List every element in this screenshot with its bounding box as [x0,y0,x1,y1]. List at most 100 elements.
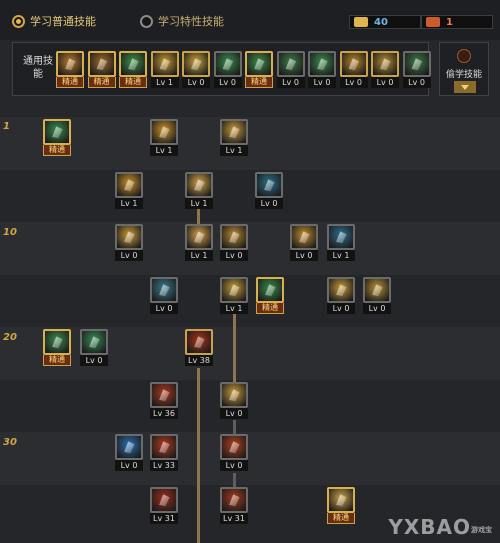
skill-slot[interactable]: 精通 [245,51,273,88]
skill-level-label: Lv 1 [185,250,213,261]
skill-level-label: Lv 33 [150,460,178,471]
prereq-line [197,208,200,224]
skill-slot[interactable]: 精通 [119,51,147,88]
skill-glyph-icon [317,58,328,71]
tab-label: 学习特性技能 [158,15,224,28]
level-label: 1 [3,121,10,132]
skill-slot[interactable]: Lv 0 [363,277,391,314]
skill-glyph-icon [285,58,297,71]
tab-normal-skills[interactable]: 学习普通技能 [12,13,96,29]
missile-icon [150,487,178,513]
skill-icon [308,51,336,77]
level-label: 20 [3,332,17,343]
wave-icon [327,277,355,303]
skill-slot[interactable]: Lv 0 [115,434,143,471]
rush-icon [363,277,391,303]
skill-slot[interactable]: Lv 0 [150,277,178,314]
steal-dropdown-button[interactable] [454,81,476,93]
flare-icon [327,487,355,513]
scroll-icon [43,119,71,145]
revolver-icon [43,329,71,355]
skill-slot[interactable]: 精通 [87,51,116,88]
skill-glyph-icon [229,494,240,507]
tier-band [0,170,500,222]
skill-slot[interactable]: Lv 0 [290,224,318,261]
skill-slot[interactable]: Lv 36 [150,382,178,419]
steal-skill-panel[interactable]: 偷学技能 [439,42,489,96]
prereq-line [233,314,236,384]
skill-slot[interactable]: Lv 0 [182,51,210,88]
skill-level-label: Lv 31 [150,513,178,524]
kick-icon [220,119,248,145]
tp-icon [426,17,440,27]
skill-slot[interactable]: 精通 [56,51,84,88]
skill-slot[interactable]: 精通 [327,487,355,524]
shot-icon [150,277,178,303]
skill-level-label: 精通 [87,77,116,88]
skill-glyph-icon [229,284,240,297]
skill-glyph-icon [159,389,170,402]
skill-glyph-icon [348,58,360,71]
skill-glyph-icon [52,336,63,349]
skill-slot[interactable]: 精通 [43,119,71,156]
skill-slot[interactable]: Lv 0 [371,51,399,88]
gun-icon [255,172,283,198]
skill-slot[interactable]: Lv 1 [115,172,143,209]
skill-level-label: Lv 0 [339,77,368,88]
skill-glyph-icon [194,231,205,244]
skill-slot[interactable]: Lv 1 [150,51,179,88]
skill-slot[interactable]: Lv 0 [308,51,336,88]
skill-level-label: Lv 36 [150,408,178,419]
skill-slot[interactable]: Lv 31 [220,487,248,524]
skill-icon [276,51,305,77]
bullets-icon [185,172,213,198]
skill-slot[interactable]: Lv 0 [220,224,248,261]
skill-slot[interactable]: Lv 1 [185,224,213,261]
sp-value: 40 [374,16,388,28]
skill-slot[interactable]: 精通 [43,329,71,366]
skill-level-label: Lv 0 [402,77,431,88]
skill-glyph-icon [254,58,265,71]
skill-slot[interactable]: Lv 1 [185,172,213,209]
skill-glyph-icon [96,58,108,71]
skill-level-label: Lv 31 [220,513,248,524]
skill-slot[interactable]: Lv 31 [150,487,178,524]
skill-glyph-icon [124,441,135,454]
skill-slot[interactable]: Lv 0 [213,51,242,88]
burst-icon [115,172,143,198]
skill-glyph-icon [380,58,391,71]
prereq-line [197,368,200,543]
sp-icon [354,17,368,27]
skill-slot[interactable]: Lv 1 [220,119,248,156]
ammo-icon [256,277,284,303]
slash-icon [115,224,143,250]
skill-slot[interactable]: Lv 0 [276,51,305,88]
skill-level-label: Lv 0 [80,355,108,366]
blade-icon [220,224,248,250]
skill-slot[interactable]: Lv 0 [115,224,143,261]
skill-level-label: 精通 [327,513,355,524]
skill-glyph-icon [52,126,63,139]
skill-level-label: Lv 0 [213,77,242,88]
skill-slot[interactable]: Lv 0 [220,382,248,419]
grab-icon [290,224,318,250]
skill-slot[interactable]: Lv 0 [80,329,108,366]
skill-level-label: 精通 [43,355,71,366]
skill-slot[interactable]: Lv 0 [402,51,431,88]
skill-slot[interactable]: 精通 [256,277,284,314]
skill-slot[interactable]: Lv 1 [150,119,178,156]
skill-slot[interactable]: Lv 0 [255,172,283,209]
skill-icon [119,51,147,77]
skill-slot[interactable]: Lv 1 [327,224,355,261]
skill-level-label: 精通 [119,77,147,88]
skill-slot[interactable]: Lv 0 [220,434,248,471]
skill-icon [56,51,84,77]
skill-slot[interactable]: Lv 0 [339,51,368,88]
skill-slot[interactable]: Lv 1 [220,277,248,314]
skill-slot[interactable]: Lv 38 [185,329,213,366]
skill-glyph-icon [264,179,275,192]
skill-slot[interactable]: Lv 0 [327,277,355,314]
skill-slot[interactable]: Lv 33 [150,434,178,471]
tab-trait-skills[interactable]: 学习特性技能 [140,13,224,29]
laser-icon [115,434,143,460]
